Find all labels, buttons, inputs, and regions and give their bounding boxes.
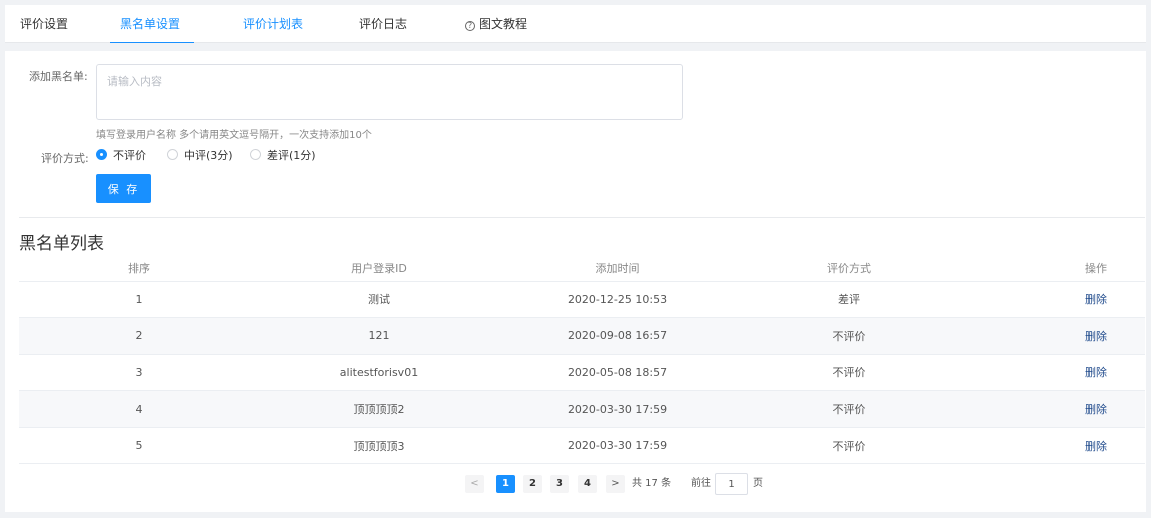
cell-order: 1: [19, 281, 259, 319]
delete-link[interactable]: 删除: [1085, 366, 1107, 379]
next-page-button[interactable]: >: [606, 475, 625, 493]
blacklist-title: 黑名单列表: [19, 234, 104, 254]
page-3-button[interactable]: 3: [550, 475, 569, 493]
prev-page-button[interactable]: <: [465, 475, 484, 493]
tab-tutorial[interactable]: ? 图文教程: [465, 5, 527, 43]
cell-actions: 删除: [962, 427, 1145, 465]
radio-dot: [250, 149, 261, 160]
col-header-actions: 操作: [962, 255, 1145, 282]
goto-suffix: 页: [753, 478, 763, 489]
col-header-review-method: 评价方式: [736, 255, 962, 282]
cell-add-time: 2020-09-08 16:57: [499, 317, 736, 355]
radio-medium-review[interactable]: 中评(3分): [167, 148, 233, 164]
cell-review-method: 不评价: [736, 427, 962, 465]
cell-actions: 删除: [962, 390, 1145, 428]
add-blacklist-label: 添加黑名单:: [29, 70, 88, 83]
col-header-add-time: 添加时间: [499, 255, 736, 282]
radio-dot: [96, 149, 107, 160]
top-tabs: 评价设置 黑名单设置 评价计划表 评价日志 ? 图文教程: [5, 5, 1146, 44]
blacklist-input[interactable]: [96, 64, 683, 120]
delete-link[interactable]: 删除: [1085, 440, 1107, 453]
tab-separator: [5, 43, 1146, 51]
col-header-user-id: 用户登录ID: [259, 255, 499, 282]
radio-dot: [167, 149, 178, 160]
cell-add-time: 2020-12-25 10:53: [499, 281, 736, 319]
page-2-button[interactable]: 2: [523, 475, 542, 493]
question-circle-icon: ?: [465, 21, 475, 31]
tab-blacklist-settings[interactable]: 黑名单设置: [109, 5, 195, 44]
cell-add-time: 2020-03-30 17:59: [499, 427, 736, 465]
goto-page-input[interactable]: [715, 473, 748, 495]
total-count: 共 17 条: [632, 478, 672, 489]
table-row: 5 顶顶顶顶3 2020-03-30 17:59 不评价 删除: [19, 427, 1145, 465]
tab-review-plan[interactable]: 评价计划表: [243, 5, 303, 43]
delete-link[interactable]: 删除: [1085, 403, 1107, 416]
radio-label: 差评(1分): [267, 149, 316, 162]
radio-label: 不评价: [113, 149, 146, 162]
tab-review-log[interactable]: 评价日志: [359, 5, 407, 43]
table-row: 3 alitestforisv01 2020-05-08 18:57 不评价 删…: [19, 354, 1145, 392]
cell-review-method: 不评价: [736, 317, 962, 355]
page-4-button[interactable]: 4: [578, 475, 597, 493]
cell-add-time: 2020-05-08 18:57: [499, 354, 736, 392]
cell-order: 4: [19, 390, 259, 428]
page-1-button[interactable]: 1: [496, 475, 515, 493]
cell-actions: 删除: [962, 281, 1145, 319]
cell-user-id: 测试: [259, 281, 499, 319]
cell-user-id: alitestforisv01: [259, 354, 499, 392]
radio-bad-review[interactable]: 差评(1分): [250, 148, 316, 164]
cell-order: 3: [19, 354, 259, 392]
cell-actions: 删除: [962, 354, 1145, 392]
cell-user-id: 121: [259, 317, 499, 355]
cell-order: 2: [19, 317, 259, 355]
cell-review-method: 不评价: [736, 390, 962, 428]
table-header-row: 排序 用户登录ID 添加时间 评价方式 操作: [19, 255, 1145, 282]
cell-order: 5: [19, 427, 259, 465]
table-row: 4 顶顶顶顶2 2020-03-30 17:59 不评价 删除: [19, 390, 1145, 428]
table-row: 2 121 2020-09-08 16:57 不评价 删除: [19, 317, 1145, 355]
delete-link[interactable]: 删除: [1085, 330, 1107, 343]
cell-add-time: 2020-03-30 17:59: [499, 390, 736, 428]
table-row: 1 测试 2020-12-25 10:53 差评 删除: [19, 281, 1145, 319]
radio-label: 中评(3分): [184, 149, 233, 162]
app-shell: 评价设置 黑名单设置 评价计划表 评价日志 ? 图文教程 添加黑名单: 填写登录用…: [5, 5, 1146, 512]
input-hint: 填写登录用户名称 多个请用英文逗号隔开，一次支持添加10个: [96, 130, 372, 141]
blacklist-table: 排序 用户登录ID 添加时间 评价方式 操作 1 测试 2020-12-25 1…: [19, 255, 1145, 465]
cell-user-id: 顶顶顶顶2: [259, 390, 499, 428]
cell-actions: 删除: [962, 317, 1145, 355]
tab-review-settings[interactable]: 评价设置: [20, 5, 68, 43]
goto-prefix: 前往: [691, 478, 711, 489]
review-method-label: 评价方式:: [41, 152, 89, 165]
tab-tutorial-label: 图文教程: [479, 17, 528, 31]
cell-review-method: 差评: [736, 281, 962, 319]
cell-review-method: 不评价: [736, 354, 962, 392]
radio-no-review[interactable]: 不评价: [96, 148, 146, 164]
delete-link[interactable]: 删除: [1085, 293, 1107, 306]
col-header-order: 排序: [19, 255, 259, 282]
save-button[interactable]: 保 存: [96, 174, 151, 203]
cell-user-id: 顶顶顶顶3: [259, 427, 499, 465]
section-divider: [19, 217, 1145, 218]
